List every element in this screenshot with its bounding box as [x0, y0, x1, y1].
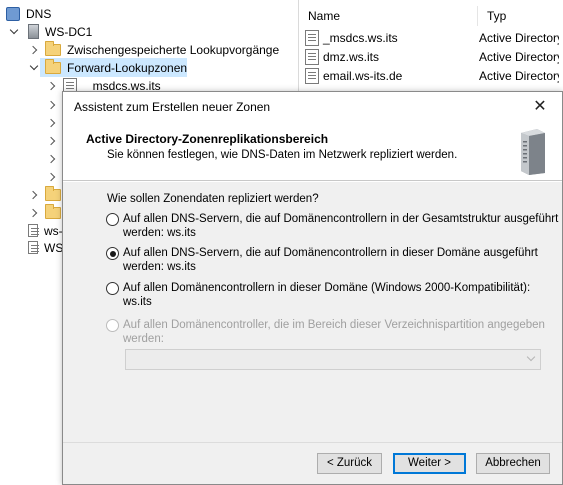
tree-item-label: DNS [26, 6, 52, 21]
tree-item-collapsed[interactable] [46, 113, 58, 132]
zone-icon [28, 224, 39, 237]
zone-name: _msdcs.ws.its [323, 30, 398, 45]
tree-item-label: WS-DC1 [45, 24, 93, 39]
radio-label: Auf allen DNS-Servern, die auf Domänenco… [123, 212, 558, 240]
chevron-down-icon [526, 352, 536, 362]
option-domain-dns-servers[interactable]: Auf allen DNS-Servern, die auf Domänenco… [106, 246, 538, 274]
folder-icon [45, 185, 61, 201]
radio-button[interactable] [106, 213, 119, 226]
zone-type: Active Directory [479, 30, 559, 45]
chevron-right-icon[interactable] [28, 207, 40, 219]
wizard-step-subtitle: Sie können festlegen, wie DNS-Daten im N… [107, 149, 458, 161]
zone-name: dmz.ws.its [323, 49, 380, 64]
chevron-right-icon[interactable] [46, 153, 58, 165]
tree-item-collapsed-folder[interactable] [28, 203, 61, 222]
close-icon: ✕ [533, 98, 547, 115]
tree-item-collapsed-folder[interactable] [28, 185, 61, 204]
radio-label-line1: Auf allen Domänencontroller, die im Bere… [123, 319, 545, 331]
tree-item-forward-lookup-zones[interactable]: Forward-Lookupzonen [28, 58, 187, 77]
list-item[interactable]: dmz.ws.its Active Directory [305, 47, 559, 66]
radio-button[interactable] [106, 282, 119, 295]
tree-item-label: WS [44, 240, 64, 255]
tree-item-label: Forward-Lookupzonen [67, 60, 188, 75]
replication-question: Wie sollen Zonendaten repliziert werden? [107, 193, 319, 205]
radio-label-line1: Auf allen DNS-Servern, die auf Domänenco… [123, 247, 538, 259]
list-item[interactable]: email.ws-its.de Active Directory [305, 66, 559, 85]
chevron-down-icon[interactable] [8, 26, 20, 38]
zone-icon [305, 67, 319, 84]
tree-item-ws-2[interactable]: WS [28, 238, 63, 257]
column-header-name[interactable]: Name [299, 6, 478, 26]
dns-icon [6, 6, 20, 21]
zone-type: Active Directory [479, 49, 559, 64]
zone-icon [305, 48, 319, 65]
close-button[interactable]: ✕ [520, 92, 560, 122]
chevron-right-icon[interactable] [46, 80, 58, 92]
server-icon [28, 24, 39, 39]
chevron-down-icon[interactable] [28, 62, 40, 74]
tree-item-collapsed[interactable] [46, 131, 58, 150]
option-forest-dns-servers[interactable]: Auf allen DNS-Servern, die auf Domänenco… [106, 212, 558, 240]
chevron-right-icon[interactable] [46, 117, 58, 129]
tree-item-server[interactable]: WS-DC1 [8, 22, 92, 41]
dialog-titlebar[interactable]: Assistent zum Erstellen neuer Zonen ✕ [63, 92, 562, 122]
zone-type: Active Directory [479, 68, 559, 83]
tree-item-collapsed[interactable] [46, 167, 58, 186]
radio-label-line2: werden: [123, 333, 164, 345]
tree-item-collapsed[interactable] [46, 149, 58, 168]
folder-icon [45, 203, 61, 219]
next-button[interactable]: Weiter > [393, 453, 466, 474]
folder-icon [45, 40, 61, 56]
chevron-right-icon[interactable] [28, 44, 40, 56]
chevron-right-icon[interactable] [46, 135, 58, 147]
chevron-right-icon[interactable] [28, 189, 40, 201]
radio-button-disabled [106, 319, 119, 332]
tree-item-label: Zwischengespeicherte Lookupvorgänge [67, 42, 280, 57]
server-tower-icon [521, 129, 545, 175]
wizard-footer: < Zurück Weiter > Abbrechen [63, 442, 562, 484]
cancel-button[interactable]: Abbrechen [476, 453, 550, 474]
zone-icon [28, 241, 39, 254]
list-header: Name Typ [299, 6, 563, 26]
radio-label-line2: werden: ws.its [123, 261, 196, 273]
list-item[interactable]: _msdcs.ws.its Active Directory [305, 28, 559, 47]
wizard-content: Wie sollen Zonendaten repliziert werden?… [63, 182, 562, 442]
folder-icon [45, 58, 61, 74]
option-domain-controllers-w2k[interactable]: Auf allen Domänencontrollern in dieser D… [106, 281, 562, 309]
radio-label-line1: Auf allen DNS-Servern, die auf Domänenco… [123, 213, 559, 225]
tree-item-label: ws- [44, 223, 63, 238]
directory-partition-select [125, 349, 541, 370]
dialog-title: Assistent zum Erstellen neuer Zonen [74, 100, 271, 114]
chevron-right-icon[interactable] [46, 171, 58, 183]
radio-label: Auf allen Domänencontroller, die im Bere… [123, 318, 545, 346]
new-zone-wizard-dialog: Assistent zum Erstellen neuer Zonen ✕ Ac… [62, 91, 563, 485]
radio-label-line2: werden: ws.its [123, 227, 196, 239]
tree-item-collapsed[interactable] [46, 95, 58, 114]
tree-item-dns[interactable]: DNS [6, 4, 51, 23]
wizard-step-title: Active Directory-Zonenreplikationsbereic… [86, 132, 329, 146]
radio-button-selected[interactable] [106, 247, 119, 260]
radio-label: Auf allen DNS-Servern, die auf Domänenco… [123, 246, 538, 274]
zone-name: email.ws-its.de [323, 68, 403, 83]
wizard-header: Active Directory-Zonenreplikationsbereic… [63, 122, 562, 181]
tree-item-cached-lookups[interactable]: Zwischengespeicherte Lookupvorgänge [28, 40, 279, 59]
back-button[interactable]: < Zurück [317, 453, 382, 474]
radio-label-line1: Auf allen Domänencontrollern in dieser D… [123, 282, 531, 308]
zone-icon [305, 29, 319, 46]
column-header-type[interactable]: Typ [478, 6, 563, 26]
option-directory-partition: Auf allen Domänencontroller, die im Bere… [106, 318, 545, 346]
radio-label: Auf allen Domänencontrollern in dieser D… [123, 281, 562, 309]
chevron-right-icon[interactable] [46, 99, 58, 111]
